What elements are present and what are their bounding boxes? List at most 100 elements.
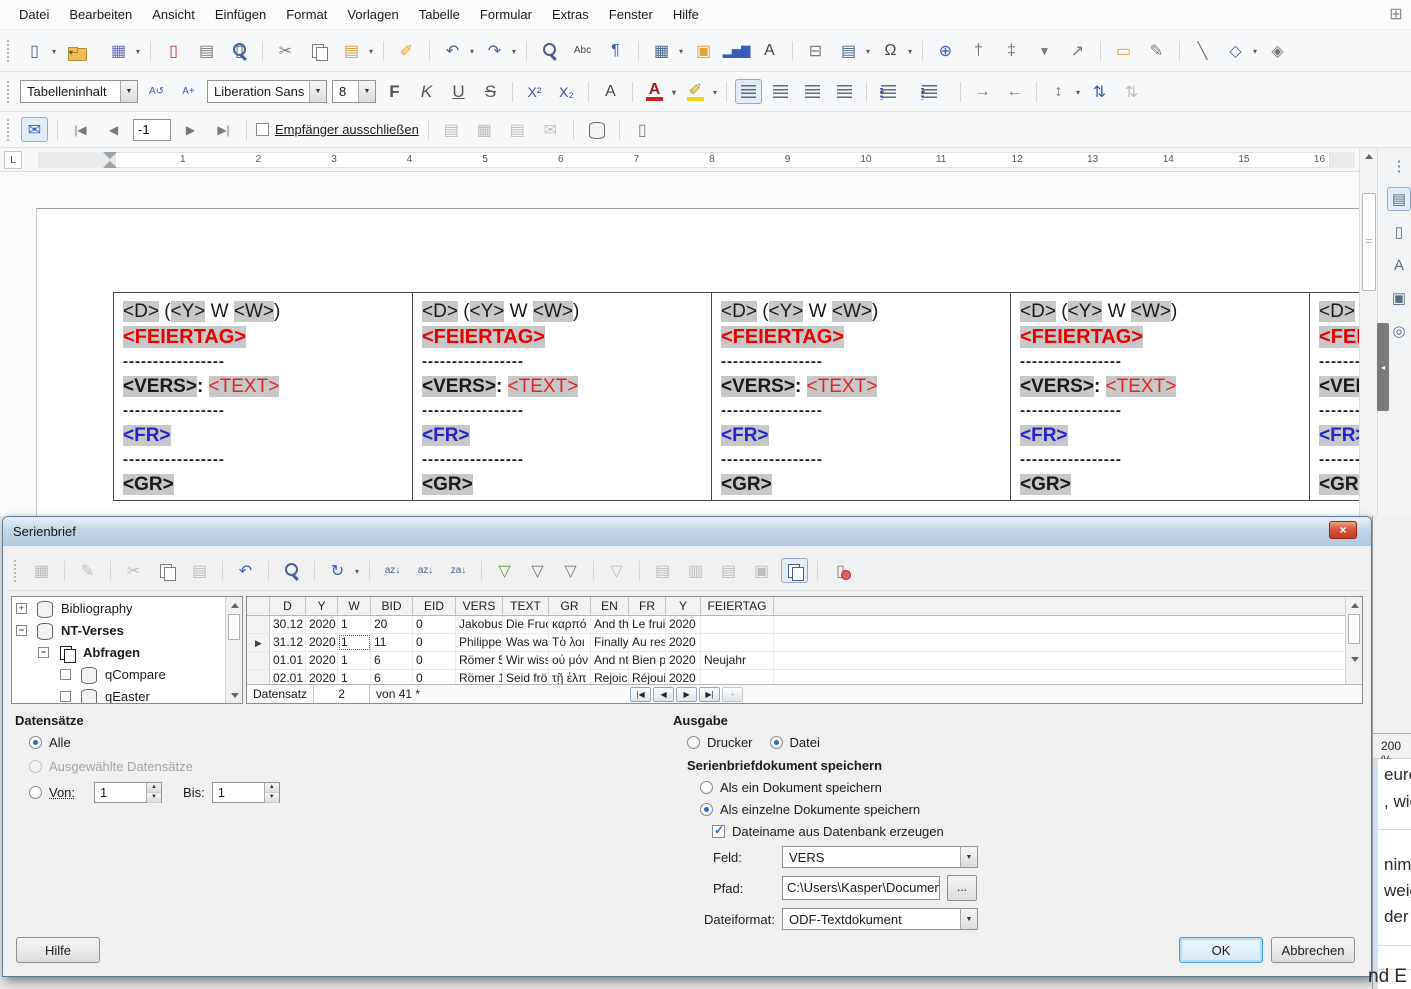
dialog-titlebar[interactable]: Serienbrief (3, 517, 1371, 546)
menu-item[interactable]: Hilfe (664, 3, 708, 26)
font-name-combo[interactable]: Liberation Sans ▼ (207, 80, 327, 103)
scrollbar-thumb[interactable] (1348, 614, 1360, 644)
radio-single-document[interactable] (700, 781, 713, 794)
separator[interactable] (262, 41, 263, 61)
radio-individual-documents[interactable] (700, 803, 713, 816)
save-single-option[interactable]: Als ein Dokument speichern (700, 780, 882, 795)
insert-line-icon[interactable]: ╲ (1189, 38, 1216, 63)
separator[interactable] (428, 120, 429, 140)
data-to-fields-icon[interactable]: ▥ (682, 558, 709, 583)
new-style-icon[interactable]: A+ (175, 79, 202, 104)
tree-item[interactable]: − NT-Verses (12, 619, 242, 641)
column-header[interactable]: GR (549, 597, 591, 615)
separator[interactable] (1100, 41, 1101, 61)
separator[interactable] (593, 561, 594, 581)
exclude-recipient-checkbox[interactable] (256, 123, 269, 136)
tab-stop-selector[interactable]: L (4, 151, 22, 169)
comment-icon[interactable]: ▭ (1110, 38, 1137, 63)
tree-scrollbar[interactable] (225, 597, 242, 703)
separator[interactable] (222, 561, 223, 581)
menu-item[interactable]: Bearbeiten (60, 3, 141, 26)
align-center-icon[interactable] (767, 79, 794, 104)
redo-icon[interactable]: ↷ (481, 38, 508, 63)
previous-record-icon[interactable]: ◀ (100, 117, 127, 142)
remove-filter-icon[interactable]: ▽ (603, 558, 630, 583)
tree-item[interactable]: qEaster (12, 685, 242, 704)
para-spacing-decrease-icon[interactable]: ⇅ (1118, 79, 1145, 104)
data-to-text-icon[interactable]: ▤ (649, 558, 676, 583)
save-merged-documents-icon[interactable]: ▦ (471, 117, 498, 142)
path-input[interactable]: C:\Users\Kasper\Documents (782, 876, 940, 900)
paste-icon[interactable]: ▤ (338, 38, 365, 63)
separator[interactable] (922, 41, 923, 61)
copy-icon[interactable] (305, 38, 332, 63)
align-left-icon[interactable] (735, 79, 762, 104)
table-row[interactable]: 01.01 2020 1 6 0 Römer 5, Wir wissi οὐ μ… (247, 652, 1362, 670)
separator[interactable] (383, 41, 384, 61)
subscript-icon[interactable]: X₂ (553, 79, 580, 104)
increase-indent-icon[interactable]: → (969, 79, 996, 104)
insert-image-icon[interactable]: ▣ (690, 38, 717, 63)
separator[interactable] (268, 561, 269, 581)
tree-expander-icon[interactable]: + (16, 603, 27, 614)
column-header[interactable]: BID (371, 597, 413, 615)
column-header[interactable]: Y (666, 597, 701, 615)
scroll-down-icon[interactable] (226, 687, 243, 703)
spell-check-icon[interactable]: Abc (569, 38, 596, 63)
save-record-icon[interactable]: ▦ (28, 558, 55, 583)
records-all-option[interactable]: Alle (29, 735, 71, 750)
special-character-icon[interactable]: Ω (877, 38, 904, 63)
draw-functions-icon[interactable]: ◈ (1264, 38, 1291, 63)
menu-item[interactable]: Datei (10, 3, 58, 26)
mail-merge-icon[interactable]: ▤ (715, 558, 742, 583)
filename-from-db-option[interactable]: Dateiname aus Datenbank erzeugen (712, 824, 944, 839)
column-header[interactable]: EN (591, 597, 629, 615)
next-record-icon[interactable]: ▶ (177, 117, 204, 142)
data-source-icon[interactable] (583, 117, 610, 142)
toolbar-grip[interactable] (7, 119, 12, 141)
page-break-icon[interactable]: ⊟ (802, 38, 829, 63)
separator[interactable] (792, 41, 793, 61)
new-record-button[interactable]: + (722, 687, 743, 702)
close-icon[interactable]: × (1329, 521, 1357, 539)
sidebar-navigator-icon[interactable]: ◎ (1387, 319, 1411, 343)
separator[interactable] (429, 41, 430, 61)
records-range-option[interactable]: Von: 1 ▲▼ Bis: 1 ▲▼ (29, 782, 280, 803)
font-color-icon[interactable]: A (641, 79, 668, 104)
separator[interactable] (573, 120, 574, 140)
scroll-up-icon[interactable] (226, 597, 243, 613)
find-replace-icon[interactable] (536, 38, 563, 63)
next-record-button[interactable]: ▶ (676, 687, 697, 702)
table-scrollbar[interactable] (1345, 597, 1362, 686)
save-individual-option[interactable]: Als einzelne Dokumente speichern (700, 802, 920, 817)
merge-cell[interactable]: <D> (<Y> W <W>) <FEIERTAG> -------------… (413, 293, 712, 500)
radio-range[interactable] (29, 786, 42, 799)
separator[interactable] (1179, 41, 1180, 61)
field-combo[interactable]: VERS ▼ (782, 846, 978, 868)
separator[interactable] (960, 82, 961, 102)
font-size-combo[interactable]: 8 ▼ (332, 80, 376, 103)
endnote-icon[interactable]: ‡ (998, 38, 1025, 63)
clone-formatting-icon[interactable]: ✐ (393, 38, 420, 63)
track-changes-icon[interactable]: ✎ (1143, 38, 1170, 63)
scrollbar-thumb[interactable] (1362, 193, 1376, 291)
separator[interactable] (246, 120, 247, 140)
update-style-icon[interactable]: A↺ (143, 79, 170, 104)
separator[interactable] (526, 41, 527, 61)
print-preview-icon[interactable]: ▯ (226, 38, 253, 63)
tree-expander-icon[interactable] (60, 691, 71, 702)
menu-item[interactable]: Tabelle (410, 3, 469, 26)
last-record-icon[interactable]: ▶| (210, 117, 237, 142)
help-button[interactable]: Hilfe (16, 937, 100, 963)
tree-item[interactable]: qCompare (12, 663, 242, 685)
insert-textbox-icon[interactable]: A (756, 38, 783, 63)
bullet-list-icon[interactable] (875, 79, 902, 104)
menu-item[interactable]: Fenster (600, 3, 662, 26)
tree-item[interactable]: + Bibliography (12, 597, 242, 619)
chevron-down-icon[interactable]: ▼ (358, 81, 375, 102)
filename-from-db-checkbox[interactable] (712, 825, 725, 838)
separator[interactable] (726, 82, 727, 102)
print-icon[interactable]: ▤ (193, 38, 220, 63)
grid-icon[interactable]: ⊞ (1385, 4, 1407, 26)
format-combo[interactable]: ODF-Textdokument ▼ (782, 908, 978, 930)
